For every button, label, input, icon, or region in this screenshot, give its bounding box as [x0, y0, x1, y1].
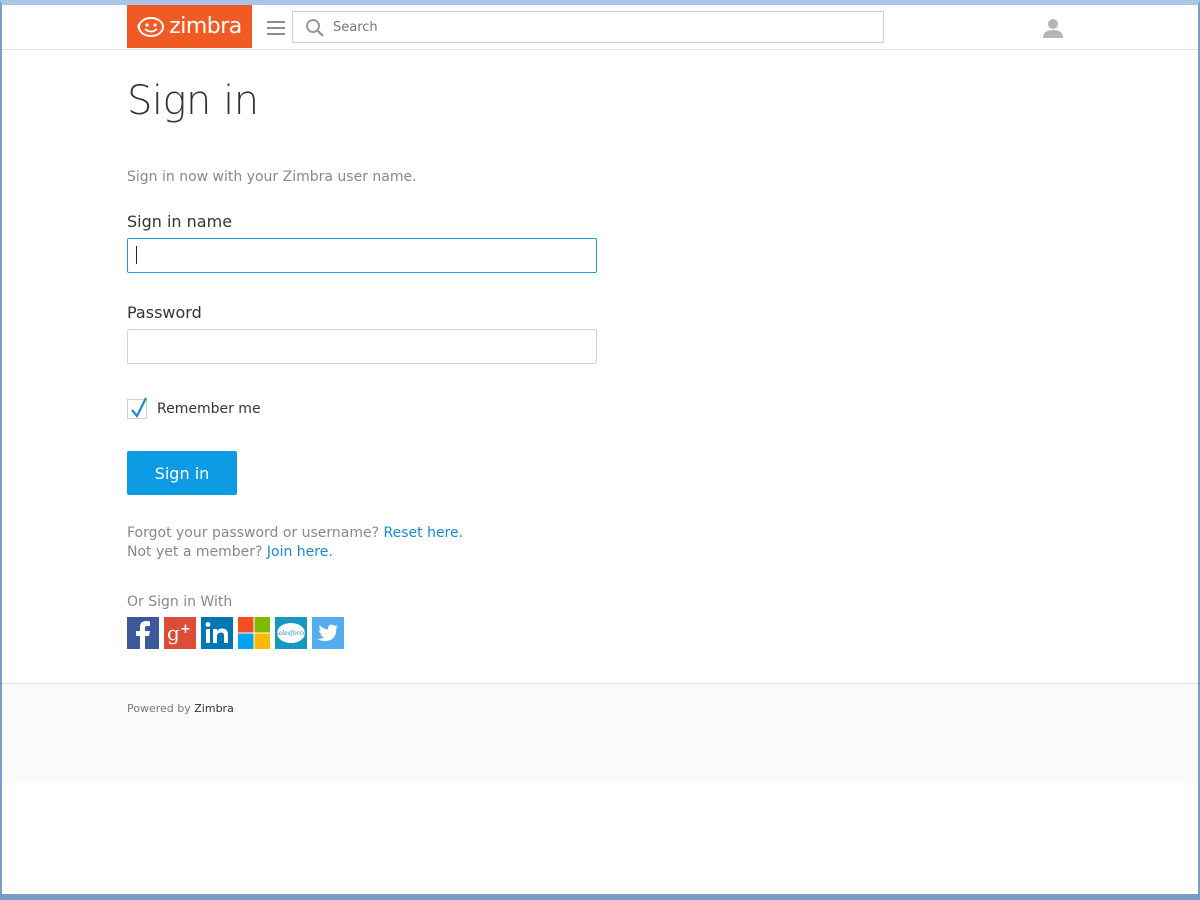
salesforce-icon: salesforce — [276, 623, 307, 643]
powered-by-label: Powered by — [127, 702, 191, 715]
join-text: Not yet a member? — [127, 544, 263, 560]
join-link[interactable]: Join here. — [267, 544, 333, 560]
zimbra-logo[interactable]: zimbra — [127, 5, 252, 48]
username-label: Sign in name — [127, 212, 233, 231]
microsoft-icon — [238, 617, 270, 649]
facebook-icon — [136, 621, 150, 649]
salesforce-wordmark: salesforce — [276, 630, 307, 637]
twitter-button[interactable] — [312, 617, 344, 649]
salesforce-button[interactable]: salesforce — [275, 617, 307, 649]
reset-link[interactable]: Reset here. — [384, 525, 464, 541]
footer: Powered by Zimbra — [2, 683, 1198, 783]
search-bar[interactable] — [292, 11, 884, 43]
username-field-wrapper — [127, 238, 597, 273]
svg-text:g: g — [167, 621, 180, 645]
logo-text: zimbra — [169, 14, 242, 39]
user-icon[interactable] — [1042, 17, 1064, 39]
google-plus-icon: g + — [167, 621, 191, 645]
linkedin-icon — [205, 622, 228, 643]
search-input[interactable] — [333, 16, 873, 38]
zimbra-logo-icon — [137, 16, 165, 37]
google-plus-button[interactable]: g + — [164, 617, 196, 649]
microsoft-button[interactable] — [238, 617, 270, 649]
facebook-button[interactable] — [127, 617, 159, 649]
forgot-password-line: Forgot your password or username? Reset … — [127, 525, 463, 541]
twitter-icon — [317, 624, 338, 641]
text-caret — [136, 246, 137, 264]
sign-in-button[interactable]: Sign in — [127, 451, 237, 495]
hamburger-menu-icon[interactable] — [267, 21, 285, 35]
remember-me-toggle[interactable]: Remember me — [127, 397, 261, 419]
top-bar: zimbra — [2, 5, 1198, 50]
remember-me-label: Remember me — [157, 401, 261, 417]
checkmark-icon — [131, 397, 147, 418]
remember-me-checkbox[interactable] — [127, 397, 147, 419]
search-icon[interactable] — [305, 18, 325, 38]
powered-by-text: Powered by Zimbra — [127, 702, 234, 715]
svg-text:+: + — [180, 622, 191, 637]
social-sign-in-buttons: g + salesforce — [127, 617, 344, 649]
username-field[interactable] — [127, 238, 597, 273]
powered-by-brand: Zimbra — [194, 702, 234, 715]
page-title: Sign in — [127, 78, 259, 124]
join-line: Not yet a member? Join here. — [127, 544, 333, 560]
forgot-text: Forgot your password or username? — [127, 525, 380, 541]
password-field[interactable] — [127, 329, 597, 364]
password-label: Password — [127, 303, 202, 322]
or-sign-in-with-label: Or Sign in With — [127, 594, 233, 610]
browser-window: zimbra Sign in Sign in now with your Zim… — [0, 0, 1200, 900]
intro-text: Sign in now with your Zimbra user name. — [127, 169, 417, 185]
linkedin-button[interactable] — [201, 617, 233, 649]
